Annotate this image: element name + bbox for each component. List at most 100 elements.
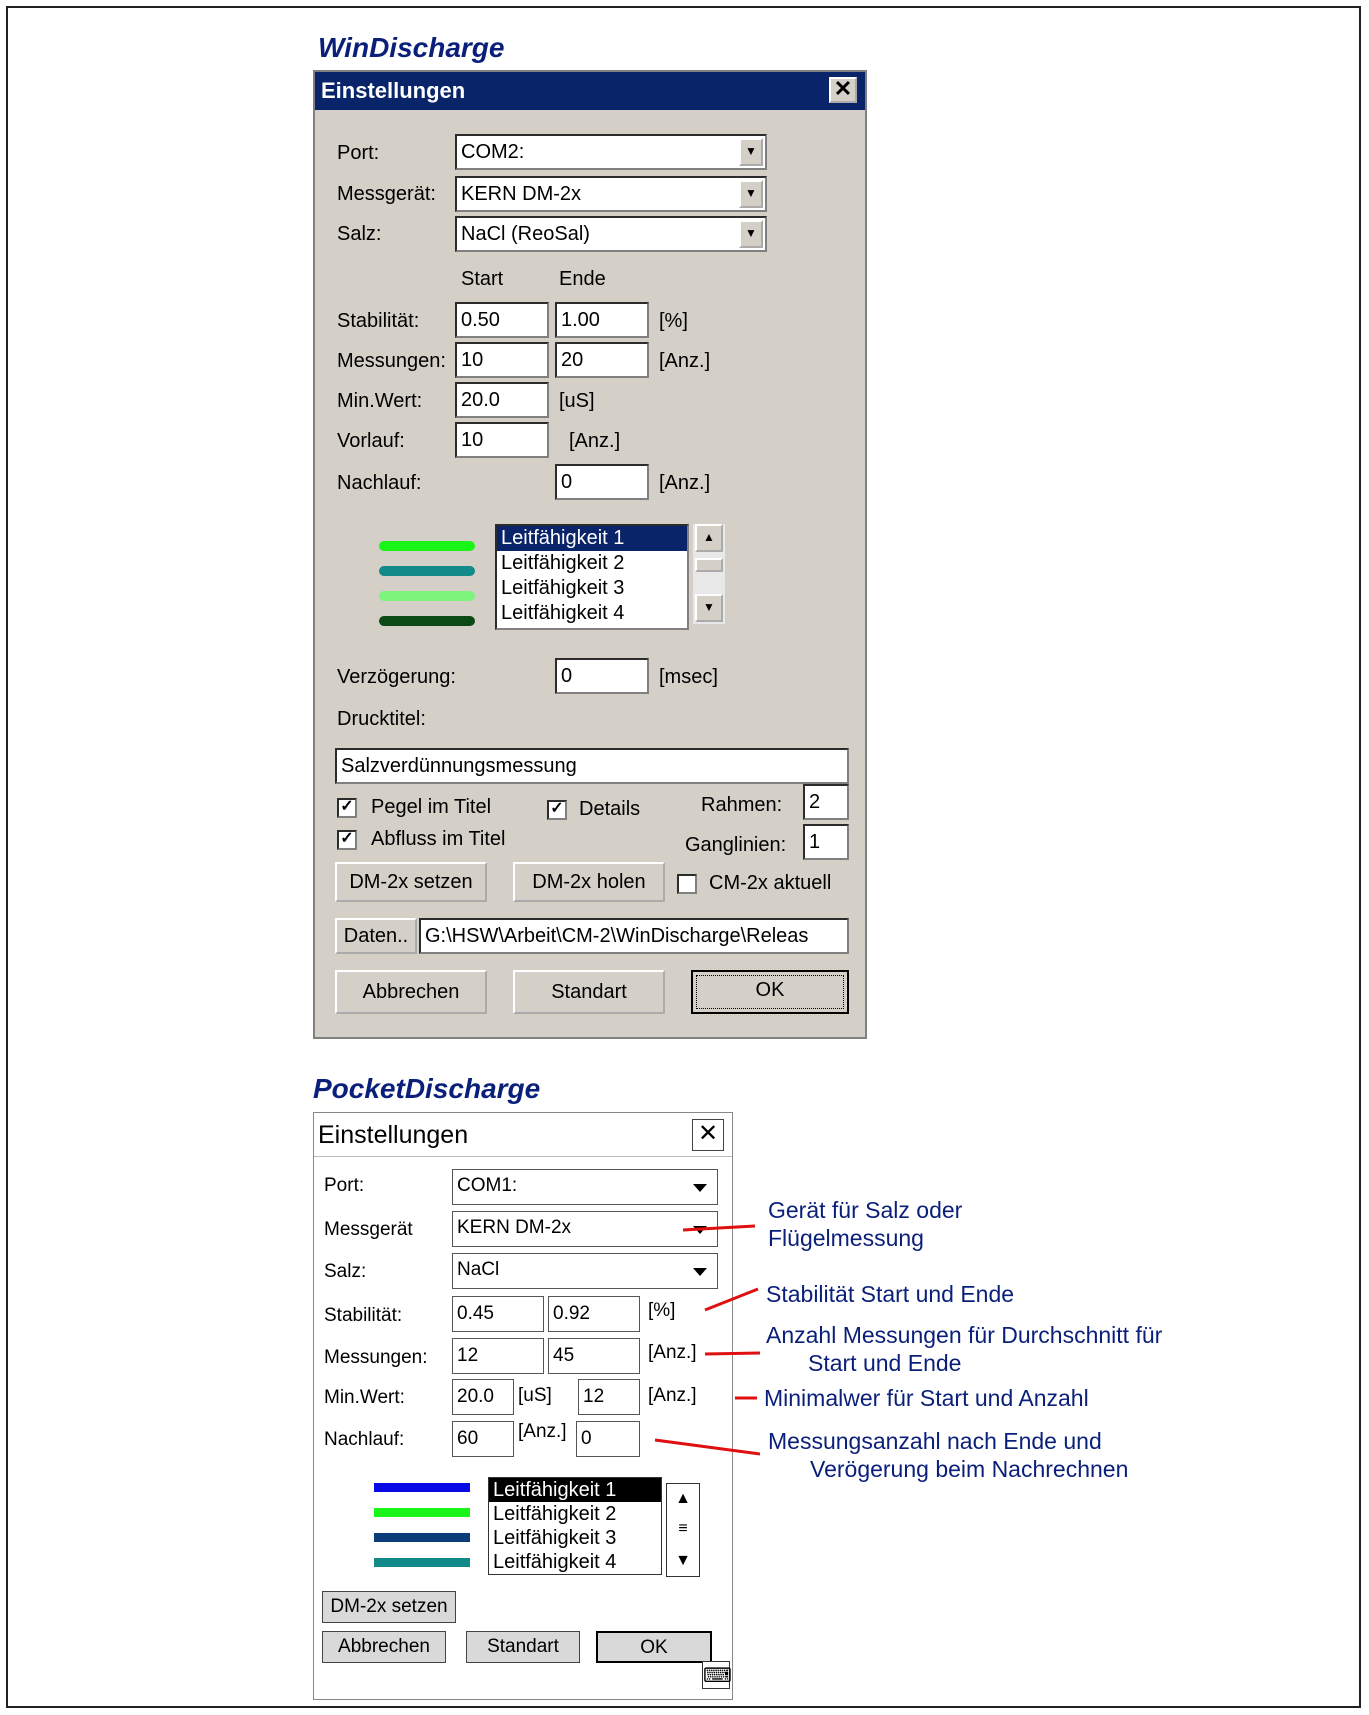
minwert-input[interactable]: 20.0 (452, 1379, 514, 1415)
chevron-down-icon[interactable]: ▼ (739, 180, 763, 208)
scroll-down-icon[interactable]: ▼ (667, 1546, 699, 1576)
scroll-thumb-icon[interactable]: ≡ (667, 1516, 699, 1544)
nachlauf-unit: [Anz.] (659, 472, 711, 494)
chevron-down-icon[interactable] (693, 1226, 707, 1234)
port-value: COM2: (461, 141, 525, 163)
standart-button[interactable]: Standart (466, 1631, 580, 1663)
scroll-thumb[interactable] (695, 558, 723, 572)
messgeraet-select[interactable]: KERN DM-2x (452, 1211, 718, 1247)
pegel-label: Pegel im Titel (371, 796, 492, 818)
annotation-anzahl-line1: Anzahl Messungen für Durchschnitt für (766, 1322, 1163, 1348)
drucktitel-input[interactable]: Salzverdünnungsmessung (335, 748, 849, 784)
list-item[interactable]: Leitfähigkeit 3 (497, 576, 687, 601)
nachlauf-input[interactable]: 60 (452, 1421, 514, 1457)
messungen-ende-input[interactable]: 20 (555, 342, 649, 378)
keyboard-icon[interactable]: ⌨ (702, 1661, 732, 1689)
details-label: Details (579, 798, 641, 820)
vorlauf-input[interactable]: 10 (455, 422, 549, 458)
port-select[interactable]: COM2: ▼ (455, 134, 767, 170)
stabilitaet-start-input[interactable]: 0.45 (452, 1296, 544, 1332)
messungen-start-input[interactable]: 10 (455, 342, 549, 378)
cm-aktuell-label: CM-2x aktuell (709, 872, 832, 894)
channel-color-swatch (379, 616, 475, 626)
abbrechen-button[interactable]: Abbrechen (322, 1631, 446, 1663)
minwert-unit: [uS] (518, 1385, 552, 1406)
rahmen-label: Rahmen: (701, 794, 783, 816)
stabilitaet-start-input[interactable]: 0.50 (455, 302, 549, 338)
list-item[interactable]: Leitfähigkeit 4 (489, 1550, 661, 1574)
verzoegerung-input[interactable]: 0 (576, 1421, 640, 1457)
close-icon[interactable]: ✕ (692, 1119, 724, 1151)
ende-header: Ende (559, 268, 606, 290)
stabilitaet-ende-input[interactable]: 0.92 (548, 1296, 640, 1332)
stabilitaet-label: Stabilität: (337, 310, 420, 332)
dialog-title-bar: Einstellungen ✕ (315, 72, 865, 110)
list-item[interactable]: Leitfähigkeit 4 (497, 601, 687, 626)
channel-color-swatch (379, 591, 475, 601)
channel-color-swatch (379, 541, 475, 551)
scroll-down-icon[interactable]: ▼ (695, 594, 723, 622)
salz-select[interactable]: NaCl (452, 1253, 718, 1289)
annotation-stabilitaet: Stabilität Start und Ende (766, 1281, 1015, 1307)
messgeraet-label: Messgerät: (337, 183, 436, 205)
list-item[interactable]: Leitfähigkeit 2 (497, 551, 687, 576)
standart-button[interactable]: Standart (513, 970, 665, 1014)
channel-scrollbar[interactable]: ▲ ▼ (693, 524, 725, 624)
salz-label: Salz: (337, 223, 382, 245)
dm-setzen-button[interactable]: DM-2x setzen (322, 1591, 456, 1623)
salz-value: NaCl (457, 1259, 500, 1280)
close-icon[interactable]: ✕ (829, 77, 857, 103)
minwert-input[interactable]: 20.0 (455, 382, 549, 418)
list-item[interactable]: Leitfähigkeit 1 (489, 1478, 661, 1502)
channel-scrollbar[interactable]: ▲ ≡ ▼ (666, 1483, 700, 1577)
minwert-anzahl-input[interactable]: 12 (578, 1379, 640, 1415)
ganglinien-input[interactable]: 1 (803, 824, 849, 860)
ok-button[interactable]: OK (691, 970, 849, 1014)
annotation-anzahl-line2: Start und Ende (808, 1350, 962, 1376)
dm-setzen-button[interactable]: DM-2x setzen (335, 862, 487, 902)
messungen-unit: [Anz.] (659, 350, 711, 372)
dialog-title-bar: Einstellungen ✕ (314, 1113, 732, 1157)
list-item[interactable]: Leitfähigkeit 1 (497, 526, 687, 552)
channel-color-swatch (374, 1483, 470, 1492)
cm-aktuell-checkbox[interactable] (677, 874, 697, 894)
scroll-up-icon[interactable]: ▲ (695, 524, 723, 552)
daten-path-input[interactable]: G:\HSW\Arbeit\CM-2\WinDischarge\Releas (419, 918, 849, 954)
pocketdischarge-dialog: Einstellungen ✕ Port: COM1: Messgerät KE… (313, 1112, 733, 1700)
messungen-start-input[interactable]: 12 (452, 1338, 544, 1374)
stabilitaet-unit: [%] (648, 1300, 676, 1321)
messgeraet-select[interactable]: KERN DM-2x ▼ (455, 176, 767, 212)
verzoegerung-input[interactable]: 0 (555, 658, 649, 694)
annotation-geraet-line2: Flügelmessung (768, 1225, 924, 1251)
chevron-down-icon[interactable]: ▼ (739, 220, 763, 248)
annotation-minimalwert: Minimalwer für Start und Anzahl (764, 1385, 1089, 1411)
ok-button[interactable]: OK (596, 1631, 712, 1663)
abfluss-label: Abfluss im Titel (371, 828, 506, 850)
annotation-geraet-line1: Gerät für Salz oder (768, 1197, 963, 1223)
nachlauf-input[interactable]: 0 (555, 464, 649, 500)
stabilitaet-ende-input[interactable]: 1.00 (555, 302, 649, 338)
channel-listbox[interactable]: Leitfähigkeit 1 Leitfähigkeit 2 Leitfähi… (488, 1477, 662, 1575)
stabilitaet-label: Stabilität: (324, 1305, 403, 1326)
daten-button[interactable]: Daten.. (335, 918, 417, 954)
scroll-up-icon[interactable]: ▲ (667, 1484, 699, 1514)
channel-listbox[interactable]: Leitfähigkeit 1 Leitfähigkeit 2 Leitfähi… (495, 524, 689, 630)
details-checkbox[interactable]: ✓ (547, 800, 567, 820)
stabilitaet-unit: [%] (659, 310, 688, 332)
chevron-down-icon[interactable]: ▼ (739, 138, 763, 166)
messgeraet-value: KERN DM-2x (457, 1217, 572, 1238)
messungen-ende-input[interactable]: 45 (548, 1338, 640, 1374)
abbrechen-button[interactable]: Abbrechen (335, 970, 487, 1014)
windischarge-dialog: Einstellungen ✕ Port: COM2: ▼ Messgerät:… (313, 70, 867, 1039)
pegel-checkbox[interactable]: ✓ (337, 798, 357, 818)
dm-holen-button[interactable]: DM-2x holen (513, 862, 665, 902)
port-label: Port: (337, 142, 380, 164)
chevron-down-icon[interactable] (693, 1184, 707, 1192)
salz-select[interactable]: NaCl (ReoSal) ▼ (455, 216, 767, 252)
rahmen-input[interactable]: 2 (803, 784, 849, 820)
abfluss-checkbox[interactable]: ✓ (337, 830, 357, 850)
chevron-down-icon[interactable] (693, 1268, 707, 1276)
port-select[interactable]: COM1: (452, 1169, 718, 1205)
list-item[interactable]: Leitfähigkeit 2 (489, 1502, 661, 1526)
list-item[interactable]: Leitfähigkeit 3 (489, 1526, 661, 1550)
